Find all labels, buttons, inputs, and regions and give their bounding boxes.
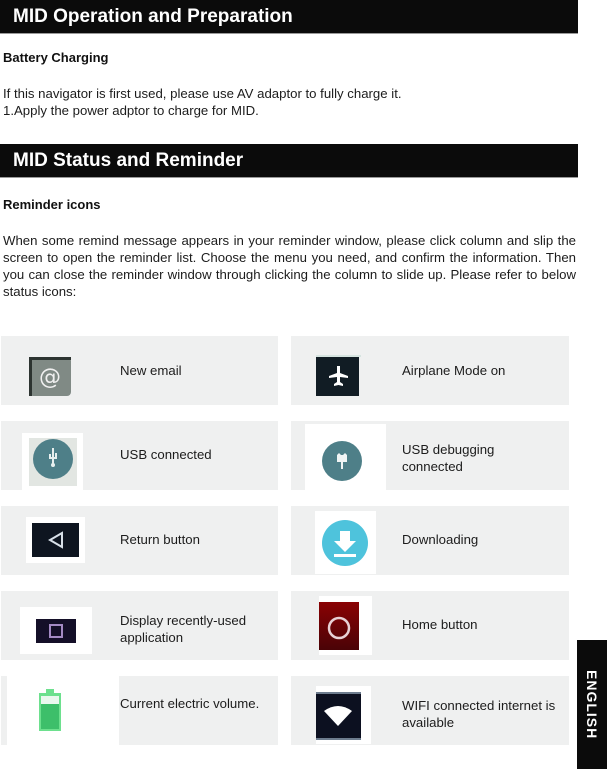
usb-icon (22, 433, 83, 490)
status-card-recent-apps: Display recently-used application (1, 591, 278, 660)
status-label: USB connected (120, 447, 212, 462)
status-label: Home button (402, 617, 478, 632)
airplane-icon (316, 355, 361, 396)
wifi-icon (316, 686, 371, 744)
status-label: Downloading (402, 532, 479, 547)
status-card-usb-debugging: USB debugging connected (291, 421, 569, 490)
subheading-battery-charging: Battery Charging (3, 50, 109, 65)
status-label: Current electric volume. (120, 696, 260, 711)
status-card-home: Home button (291, 591, 569, 660)
paragraph-apply-adaptor: 1.Apply the power adptor to charge for M… (3, 103, 259, 118)
usb-debugging-icon (305, 424, 386, 490)
home-icon (319, 596, 372, 655)
language-tab-label: ENGLISH (584, 669, 600, 740)
svg-text:@: @ (39, 365, 61, 390)
section-header-operation: MID Operation and Preparation (0, 0, 578, 34)
status-card-downloading: Downloading (291, 506, 569, 575)
email-icon: @ (27, 355, 72, 396)
back-icon (26, 517, 85, 563)
status-label: Display recently-used application (120, 613, 247, 645)
subheading-reminder-icons: Reminder icons (3, 197, 101, 212)
status-label: Return button (120, 532, 200, 547)
status-label: Airplane Mode on (402, 363, 506, 378)
section-title: MID Operation and Preparation (13, 6, 293, 27)
language-tab: ENGLISH (577, 640, 607, 769)
recent-apps-icon (20, 607, 92, 654)
status-card-wifi: WIFI connected internet is available (291, 676, 569, 745)
status-card-airplane: Airplane Mode on (291, 336, 569, 405)
section-header-status: MID Status and Reminder (0, 144, 578, 178)
status-card-battery: Current electric volume. (1, 676, 278, 745)
status-label: USB debugging connected (402, 442, 495, 474)
battery-icon (35, 684, 65, 736)
section-title: MID Status and Reminder (13, 150, 244, 171)
status-card-usb: USB connected (1, 421, 278, 490)
status-card-new-email: @ New email (1, 336, 278, 405)
status-label: New email (120, 363, 182, 378)
status-card-return: Return button (1, 506, 278, 575)
paragraph-first-use: If this navigator is first used, please … (3, 86, 402, 101)
paragraph-reminder-instructions: When some remind message appears in your… (3, 233, 576, 299)
status-label: WIFI connected internet is available (402, 698, 556, 730)
download-icon (315, 511, 376, 574)
